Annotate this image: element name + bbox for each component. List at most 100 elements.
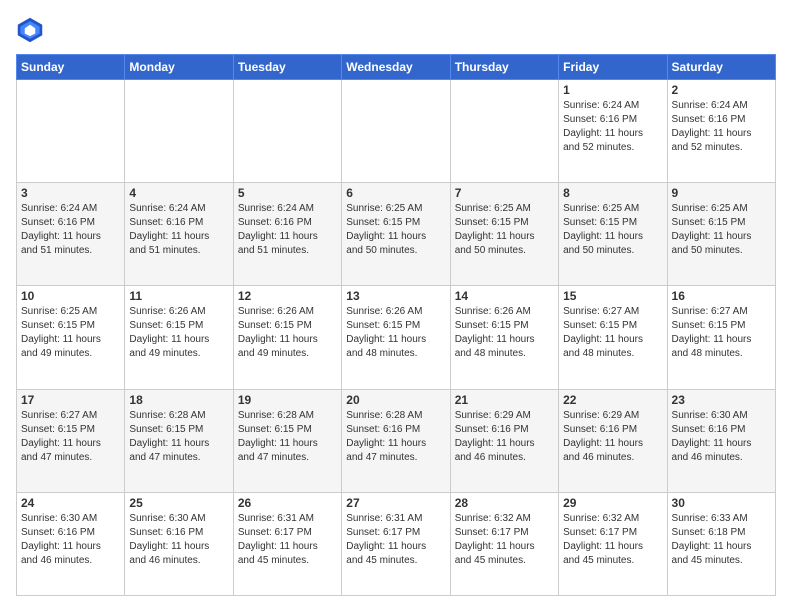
- day-info: Sunrise: 6:31 AM Sunset: 6:17 PM Dayligh…: [346, 512, 445, 568]
- day-number: 29: [563, 496, 662, 510]
- day-info: Sunrise: 6:25 AM Sunset: 6:15 PM Dayligh…: [563, 202, 662, 258]
- calendar-cell: [233, 80, 341, 183]
- day-number: 27: [346, 496, 445, 510]
- day-number: 9: [672, 186, 771, 200]
- calendar-cell: 3Sunrise: 6:24 AM Sunset: 6:16 PM Daylig…: [17, 183, 125, 286]
- day-number: 21: [455, 393, 554, 407]
- day-info: Sunrise: 6:25 AM Sunset: 6:15 PM Dayligh…: [672, 202, 771, 258]
- logo: [16, 16, 48, 44]
- day-number: 5: [238, 186, 337, 200]
- calendar-cell: 10Sunrise: 6:25 AM Sunset: 6:15 PM Dayli…: [17, 286, 125, 389]
- day-number: 17: [21, 393, 120, 407]
- calendar-cell: [342, 80, 450, 183]
- calendar-cell: 6Sunrise: 6:25 AM Sunset: 6:15 PM Daylig…: [342, 183, 450, 286]
- calendar-cell: 5 Sunrise: 6:24 AM Sunset: 6:16 PM Daylig…: [233, 183, 341, 286]
- calendar-cell: 1Sunrise: 6:24 AM Sunset: 6:16 PM Daylig…: [559, 80, 667, 183]
- day-info: Sunrise: 6:25 AM Sunset: 6:15 PM Dayligh…: [21, 305, 120, 361]
- day-info: Sunrise: 6:29 AM Sunset: 6:16 PM Dayligh…: [563, 409, 662, 465]
- day-number: 14: [455, 289, 554, 303]
- day-info: Sunrise: 6:26 AM Sunset: 6:15 PM Dayligh…: [129, 305, 228, 361]
- calendar-week-4: 24 Sunrise: 6:30 AM Sunset: 6:16 PM Dayli…: [17, 492, 776, 595]
- day-number: 28: [455, 496, 554, 510]
- calendar-cell: 19 Sunrise: 6:28 AM Sunset: 6:15 PM Dayli…: [233, 389, 341, 492]
- calendar: SundayMondayTuesdayWednesdayThursdayFrid…: [16, 54, 776, 596]
- day-number: 18: [129, 393, 228, 407]
- day-number: 25: [129, 496, 228, 510]
- calendar-week-3: 17 Sunrise: 6:27 AM Sunset: 6:15 PM Dayli…: [17, 389, 776, 492]
- calendar-cell: 20 Sunrise: 6:28 AM Sunset: 6:16 PM Dayli…: [342, 389, 450, 492]
- day-info: Sunrise: 6:24 AM Sunset: 6:16 PM Dayligh…: [238, 202, 337, 258]
- day-info: Sunrise: 6:24 AM Sunset: 6:16 PM Dayligh…: [129, 202, 228, 258]
- day-info: Sunrise: 6:32 AM Sunset: 6:17 PM Dayligh…: [455, 512, 554, 568]
- calendar-cell: 22Sunrise: 6:29 AM Sunset: 6:16 PM Dayli…: [559, 389, 667, 492]
- day-info: Sunrise: 6:26 AM Sunset: 6:15 PM Dayligh…: [238, 305, 337, 361]
- day-number: 12: [238, 289, 337, 303]
- day-number: 20: [346, 393, 445, 407]
- calendar-header-saturday: Saturday: [667, 55, 775, 80]
- day-number: 16: [672, 289, 771, 303]
- calendar-cell: 24 Sunrise: 6:30 AM Sunset: 6:16 PM Dayli…: [17, 492, 125, 595]
- calendar-header-monday: Monday: [125, 55, 233, 80]
- day-info: Sunrise: 6:28 AM Sunset: 6:16 PM Dayligh…: [346, 409, 445, 465]
- calendar-cell: 8 Sunrise: 6:25 AM Sunset: 6:15 PM Daylig…: [559, 183, 667, 286]
- day-number: 24: [21, 496, 120, 510]
- header: [16, 16, 776, 44]
- day-info: Sunrise: 6:30 AM Sunset: 6:16 PM Dayligh…: [129, 512, 228, 568]
- calendar-week-1: 3Sunrise: 6:24 AM Sunset: 6:16 PM Daylig…: [17, 183, 776, 286]
- day-info: Sunrise: 6:28 AM Sunset: 6:15 PM Dayligh…: [238, 409, 337, 465]
- calendar-cell: [450, 80, 558, 183]
- calendar-header-sunday: Sunday: [17, 55, 125, 80]
- day-info: Sunrise: 6:30 AM Sunset: 6:16 PM Dayligh…: [21, 512, 120, 568]
- day-info: Sunrise: 6:26 AM Sunset: 6:15 PM Dayligh…: [346, 305, 445, 361]
- calendar-cell: 16Sunrise: 6:27 AM Sunset: 6:15 PM Dayli…: [667, 286, 775, 389]
- day-number: 26: [238, 496, 337, 510]
- calendar-cell: 12 Sunrise: 6:26 AM Sunset: 6:15 PM Dayli…: [233, 286, 341, 389]
- day-number: 2: [672, 83, 771, 97]
- day-info: Sunrise: 6:31 AM Sunset: 6:17 PM Dayligh…: [238, 512, 337, 568]
- calendar-header-thursday: Thursday: [450, 55, 558, 80]
- day-info: Sunrise: 6:30 AM Sunset: 6:16 PM Dayligh…: [672, 409, 771, 465]
- calendar-cell: 15 Sunrise: 6:27 AM Sunset: 6:15 PM Dayli…: [559, 286, 667, 389]
- day-number: 7: [455, 186, 554, 200]
- calendar-cell: 4 Sunrise: 6:24 AM Sunset: 6:16 PM Daylig…: [125, 183, 233, 286]
- calendar-cell: 13 Sunrise: 6:26 AM Sunset: 6:15 PM Dayli…: [342, 286, 450, 389]
- day-info: Sunrise: 6:27 AM Sunset: 6:15 PM Dayligh…: [21, 409, 120, 465]
- calendar-cell: 9 Sunrise: 6:25 AM Sunset: 6:15 PM Daylig…: [667, 183, 775, 286]
- day-number: 30: [672, 496, 771, 510]
- day-info: Sunrise: 6:24 AM Sunset: 6:16 PM Dayligh…: [672, 99, 771, 155]
- calendar-cell: [17, 80, 125, 183]
- day-info: Sunrise: 6:29 AM Sunset: 6:16 PM Dayligh…: [455, 409, 554, 465]
- day-info: Sunrise: 6:27 AM Sunset: 6:15 PM Dayligh…: [563, 305, 662, 361]
- calendar-cell: 18 Sunrise: 6:28 AM Sunset: 6:15 PM Dayli…: [125, 389, 233, 492]
- calendar-cell: 27 Sunrise: 6:31 AM Sunset: 6:17 PM Dayli…: [342, 492, 450, 595]
- day-info: Sunrise: 6:33 AM Sunset: 6:18 PM Dayligh…: [672, 512, 771, 568]
- calendar-cell: 26 Sunrise: 6:31 AM Sunset: 6:17 PM Dayli…: [233, 492, 341, 595]
- day-info: Sunrise: 6:24 AM Sunset: 6:16 PM Dayligh…: [563, 99, 662, 155]
- calendar-cell: 21 Sunrise: 6:29 AM Sunset: 6:16 PM Dayli…: [450, 389, 558, 492]
- calendar-cell: 28 Sunrise: 6:32 AM Sunset: 6:17 PM Dayli…: [450, 492, 558, 595]
- day-number: 4: [129, 186, 228, 200]
- day-number: 11: [129, 289, 228, 303]
- calendar-week-0: 1Sunrise: 6:24 AM Sunset: 6:16 PM Daylig…: [17, 80, 776, 183]
- calendar-header-friday: Friday: [559, 55, 667, 80]
- page: SundayMondayTuesdayWednesdayThursdayFrid…: [0, 0, 792, 612]
- calendar-cell: [125, 80, 233, 183]
- day-number: 13: [346, 289, 445, 303]
- day-number: 8: [563, 186, 662, 200]
- calendar-cell: 23Sunrise: 6:30 AM Sunset: 6:16 PM Dayli…: [667, 389, 775, 492]
- day-number: 15: [563, 289, 662, 303]
- calendar-header-wednesday: Wednesday: [342, 55, 450, 80]
- calendar-cell: 11 Sunrise: 6:26 AM Sunset: 6:15 PM Dayli…: [125, 286, 233, 389]
- calendar-cell: 17 Sunrise: 6:27 AM Sunset: 6:15 PM Dayli…: [17, 389, 125, 492]
- calendar-cell: 2 Sunrise: 6:24 AM Sunset: 6:16 PM Daylig…: [667, 80, 775, 183]
- calendar-cell: 29 Sunrise: 6:32 AM Sunset: 6:17 PM Dayli…: [559, 492, 667, 595]
- day-info: Sunrise: 6:32 AM Sunset: 6:17 PM Dayligh…: [563, 512, 662, 568]
- calendar-header-row: SundayMondayTuesdayWednesdayThursdayFrid…: [17, 55, 776, 80]
- day-number: 19: [238, 393, 337, 407]
- logo-icon: [16, 16, 44, 44]
- day-info: Sunrise: 6:28 AM Sunset: 6:15 PM Dayligh…: [129, 409, 228, 465]
- day-number: 6: [346, 186, 445, 200]
- calendar-cell: 25 Sunrise: 6:30 AM Sunset: 6:16 PM Dayli…: [125, 492, 233, 595]
- calendar-header-tuesday: Tuesday: [233, 55, 341, 80]
- day-info: Sunrise: 6:26 AM Sunset: 6:15 PM Dayligh…: [455, 305, 554, 361]
